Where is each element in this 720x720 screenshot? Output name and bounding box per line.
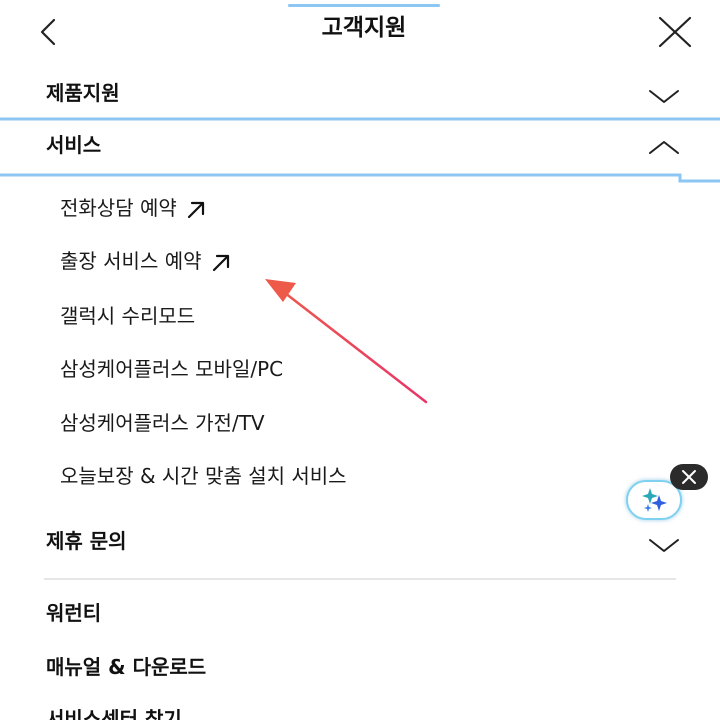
link-label: 워런티	[46, 601, 102, 625]
service-item-galaxy-repair-mode[interactable]: 갤럭시 수리모드	[60, 301, 195, 331]
close-icon	[682, 470, 696, 484]
service-item-label: 갤럭시 수리모드	[60, 304, 196, 328]
chevron-down-icon	[649, 90, 679, 103]
header-accent-bar	[288, 4, 440, 7]
link-label: 매뉴얼 & 다운로드	[46, 655, 207, 679]
service-item-label: 삼성케어플러스 모바일/PC	[60, 357, 284, 381]
link-warranty[interactable]: 워런티	[0, 598, 720, 638]
service-item-label: 전화상담 예약	[60, 196, 177, 220]
external-link-arrow-icon	[187, 201, 204, 218]
section-service[interactable]: 서비스	[0, 124, 720, 170]
chevron-up-icon	[649, 141, 679, 154]
section-label: 제품지원	[46, 81, 120, 105]
page-title: 고객지원	[321, 15, 407, 41]
close-icon	[658, 16, 692, 48]
service-item-visit-reservation[interactable]: 출장 서비스 예약	[60, 246, 232, 276]
section-label: 서비스	[46, 133, 102, 157]
header: 고객지원	[0, 0, 720, 62]
service-item-care-plus-mobile-pc[interactable]: 삼성케어플러스 모바일/PC	[60, 354, 283, 384]
section-partnership-inquiry[interactable]: 제휴 문의	[0, 522, 720, 566]
chevron-down-icon	[649, 539, 679, 552]
link-service-center-finder[interactable]: 서비스센터 찾기	[0, 704, 720, 720]
section-label: 제휴 문의	[46, 529, 127, 553]
service-item-label: 오늘보장 & 시간 맞춤 설치 서비스	[60, 464, 347, 488]
service-item-care-plus-appliance-tv[interactable]: 삼성케어플러스 가전/TV	[60, 408, 265, 438]
customer-support-screen: 고객지원 제품지원 서비스 전화상담 예약 출장 서비스 예약 갤럭시 수리모드…	[0, 0, 720, 720]
section-divider	[44, 578, 676, 580]
dismiss-assistant-button[interactable]	[670, 464, 708, 490]
link-manual-download[interactable]: 매뉴얼 & 다운로드	[0, 652, 720, 692]
service-item-label: 삼성케어플러스 가전/TV	[60, 411, 265, 435]
external-link-arrow-icon	[212, 254, 229, 271]
link-label: 서비스센터 찾기	[46, 707, 182, 720]
service-item-label: 출장 서비스 예약	[60, 249, 202, 273]
service-item-same-day-install[interactable]: 오늘보장 & 시간 맞춤 설치 서비스	[60, 461, 347, 491]
section-product-support[interactable]: 제품지원	[0, 72, 720, 116]
service-item-phone-reservation[interactable]: 전화상담 예약	[60, 193, 207, 223]
close-button[interactable]	[652, 12, 698, 52]
